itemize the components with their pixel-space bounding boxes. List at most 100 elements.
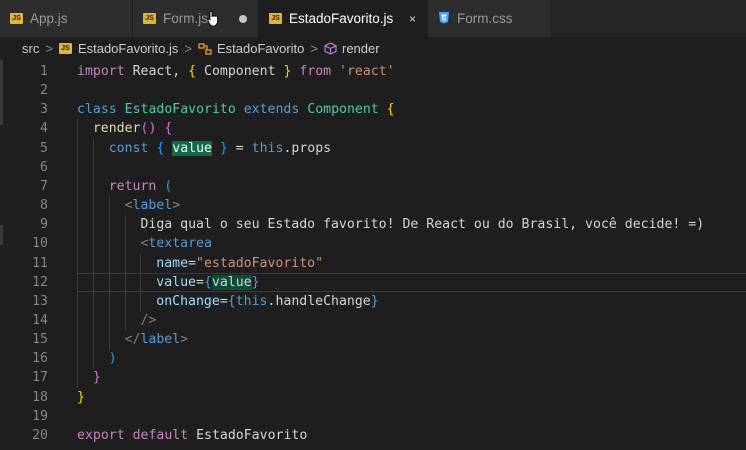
js-icon: JS	[58, 43, 72, 54]
indent-guide	[92, 330, 94, 351]
chevron-right-icon: >	[45, 41, 53, 56]
indent-guide	[108, 253, 110, 274]
code-line[interactable]: 9 Diga qual o seu Estado favorito! De Rea…	[0, 215, 746, 236]
indent-guide	[140, 291, 142, 312]
indent-guide	[140, 253, 142, 274]
indent-guide	[92, 234, 94, 255]
line-number: 10	[32, 236, 48, 252]
line-number: 11	[32, 255, 48, 271]
indent-guide	[77, 253, 78, 274]
indent-guide	[108, 234, 110, 255]
tab-estadofavorito-js[interactable]: JS EstadoFavorito.js ×	[259, 0, 428, 37]
indent-guide	[77, 215, 78, 236]
method-cube-icon	[324, 42, 337, 55]
code-text: return (	[108, 178, 173, 194]
code-line[interactable]: 20 export default EstadoFavorito	[0, 426, 746, 445]
tab-bar: JS App.js JS Form.js JS EstadoFavorito.j…	[0, 0, 746, 37]
code-line[interactable]: 8 <label>	[0, 196, 746, 217]
tab-form-css[interactable]: Form.css	[428, 0, 552, 37]
code-line[interactable]: 7 return (	[0, 176, 746, 197]
breadcrumb: src > JS EstadoFavorito.js > EstadoFavor…	[0, 37, 746, 60]
code-text: Diga qual o seu Estado favorito! De Reac…	[140, 217, 705, 233]
breadcrumb-folder[interactable]: src	[22, 41, 39, 56]
code-text: name="estadoFavorito"	[156, 255, 324, 271]
line-number: 17	[32, 370, 48, 386]
code-text: }	[92, 370, 101, 386]
code-text: value={value}	[156, 274, 260, 290]
code-line[interactable]: 10 <textarea	[0, 234, 746, 255]
breadcrumb-method[interactable]: render	[342, 41, 380, 56]
line-number: 9	[40, 217, 48, 233]
line-number: 1	[40, 64, 48, 79]
indent-guide	[124, 272, 126, 293]
code-line[interactable]: 19	[0, 407, 746, 426]
code-text: const { value } = this.props	[108, 140, 332, 156]
code-text: />	[140, 312, 157, 328]
tab-label: EstadoFavorito.js	[289, 11, 394, 26]
indent-guide	[77, 138, 78, 159]
line-number: 4	[40, 121, 48, 137]
indent-guide	[77, 291, 78, 312]
indent-guide	[108, 215, 110, 236]
line-number: 19	[32, 408, 48, 424]
indent-guide	[92, 138, 94, 159]
line-number: 6	[40, 159, 48, 175]
indent-guide	[124, 253, 126, 274]
code-line[interactable]: 13 onChange={this.handleChange}	[0, 291, 746, 312]
code-text: <textarea	[140, 236, 212, 252]
line-number: 8	[40, 198, 48, 214]
code-text: )	[108, 351, 117, 367]
code-text: <label>	[124, 198, 181, 214]
breadcrumb-component[interactable]: EstadoFavorito	[217, 41, 304, 56]
close-icon[interactable]: ×	[409, 12, 416, 26]
indent-guide	[108, 291, 110, 312]
indent-guide	[92, 196, 94, 217]
indent-guide	[92, 291, 94, 312]
tab-form-js[interactable]: JS Form.js	[133, 0, 259, 37]
indent-guide	[140, 272, 142, 293]
code-line[interactable]: 2	[0, 81, 746, 100]
indent-guide	[92, 253, 94, 274]
indent-guide	[92, 349, 94, 370]
indent-guide	[92, 310, 94, 331]
code-line[interactable]: 5 const { value } = this.props	[0, 138, 746, 159]
code-line[interactable]: 12 value={value}	[0, 272, 746, 293]
code-text: }	[77, 389, 85, 405]
code-line[interactable]: 16)	[0, 349, 746, 370]
code-line[interactable]: 11 name="estadoFavorito"	[0, 253, 746, 274]
tab-label: Form.js	[163, 11, 208, 26]
indent-guide	[92, 215, 94, 236]
code-text: export default EstadoFavorito	[77, 427, 308, 443]
code-line[interactable]: 1 import React, { Component } from 'react…	[0, 62, 746, 81]
line-number: 20	[32, 427, 48, 443]
indent-guide	[77, 234, 78, 255]
line-number: 16	[32, 351, 48, 367]
line-number: 18	[32, 389, 48, 405]
js-icon: JS	[269, 13, 282, 24]
code-line[interactable]: 3 class EstadoFavorito extends Component …	[0, 100, 746, 119]
code-text: render() {	[92, 121, 173, 137]
indent-guide	[124, 310, 126, 331]
code-line[interactable]: 6	[0, 157, 746, 178]
mouse-pointer-icon	[207, 11, 218, 27]
line-number: 7	[40, 178, 48, 194]
chevron-right-icon: >	[310, 41, 318, 56]
code-line[interactable]: 18}	[0, 388, 746, 407]
code-line[interactable]: 17}	[0, 368, 746, 389]
tab-app-js[interactable]: JS App.js	[0, 0, 133, 37]
chevron-right-icon: >	[184, 41, 192, 56]
line-number: 2	[40, 83, 48, 99]
indent-guide	[77, 349, 78, 370]
unsaved-dot-icon[interactable]	[239, 12, 247, 26]
indent-guide	[77, 176, 78, 197]
code-line[interactable]: 4 render() {	[0, 119, 746, 140]
indent-guide	[77, 196, 78, 217]
code-line[interactable]: 14 />	[0, 310, 746, 331]
code-line[interactable]: 15 </label>	[0, 330, 746, 351]
indent-guide	[77, 368, 78, 389]
code-editor[interactable]: 1 import React, { Component } from 'react…	[0, 60, 746, 450]
line-number: 12	[32, 274, 48, 290]
breadcrumb-file[interactable]: EstadoFavorito.js	[78, 41, 178, 56]
code-text: onChange={this.handleChange}	[156, 293, 379, 309]
css-icon	[438, 11, 450, 27]
